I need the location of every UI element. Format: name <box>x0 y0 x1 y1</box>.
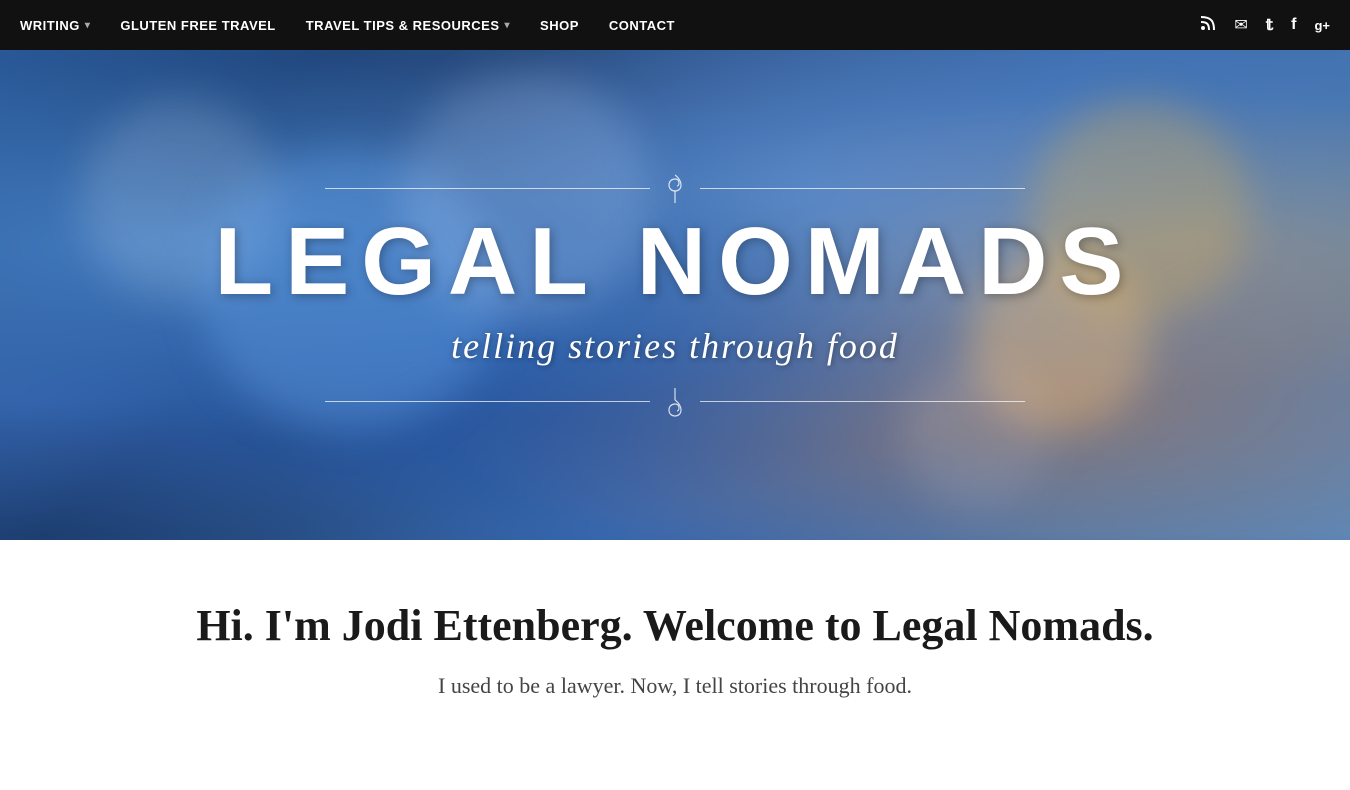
rss-icon[interactable] <box>1200 15 1216 36</box>
nav-travel-arrow: ▾ <box>505 20 511 31</box>
welcome-sub: I used to be a lawyer. Now, I tell stori… <box>80 673 1270 699</box>
hero-content: LEGAL NOMADS telling stories through foo… <box>0 174 1350 417</box>
email-icon[interactable]: ✉ <box>1234 15 1247 35</box>
nav-gluten-label: GLUTEN FREE TRAVEL <box>120 18 275 33</box>
nav-item-travel-tips[interactable]: TRAVEL TIPS & RESOURCES ▾ <box>306 18 510 33</box>
nav-item-contact[interactable]: CONTACT <box>609 18 675 33</box>
nav-shop-label: SHOP <box>540 18 579 33</box>
nav-contact-label: CONTACT <box>609 18 675 33</box>
deco-loop-top <box>660 174 690 204</box>
site-subtitle: telling stories through food <box>451 325 899 367</box>
facebook-icon[interactable]: f <box>1291 16 1296 34</box>
nav-travel-label: TRAVEL TIPS & RESOURCES <box>306 18 500 33</box>
main-content: Hi. I'm Jodi Ettenberg. Welcome to Legal… <box>0 540 1350 739</box>
deco-loop-bottom <box>660 387 690 417</box>
nav-writing-arrow: ▾ <box>85 20 91 31</box>
nav-left: WRITING ▾ GLUTEN FREE TRAVEL TRAVEL TIPS… <box>20 18 675 33</box>
nav-item-gluten-free[interactable]: GLUTEN FREE TRAVEL <box>120 18 275 33</box>
deco-top <box>325 174 1025 204</box>
nav-item-writing[interactable]: WRITING ▾ <box>20 18 90 33</box>
deco-bottom <box>325 387 1025 417</box>
hero-banner: LEGAL NOMADS telling stories through foo… <box>0 50 1350 540</box>
deco-line-left-top <box>325 188 650 189</box>
main-nav: WRITING ▾ GLUTEN FREE TRAVEL TRAVEL TIPS… <box>0 0 1350 50</box>
deco-line-right-top <box>700 188 1025 189</box>
deco-line-left-bottom <box>325 401 650 402</box>
deco-line-right-bottom <box>700 401 1025 402</box>
googleplus-icon[interactable]: g+ <box>1314 18 1330 33</box>
nav-right: ✉ 𝕥 f g+ <box>1200 15 1330 36</box>
nav-writing-label: WRITING <box>20 18 80 33</box>
decorative-frame: LEGAL NOMADS telling stories through foo… <box>0 174 1350 417</box>
site-title: LEGAL NOMADS <box>215 214 1136 310</box>
welcome-heading: Hi. I'm Jodi Ettenberg. Welcome to Legal… <box>80 600 1270 653</box>
twitter-icon[interactable]: 𝕥 <box>1266 15 1273 35</box>
nav-item-shop[interactable]: SHOP <box>540 18 579 33</box>
